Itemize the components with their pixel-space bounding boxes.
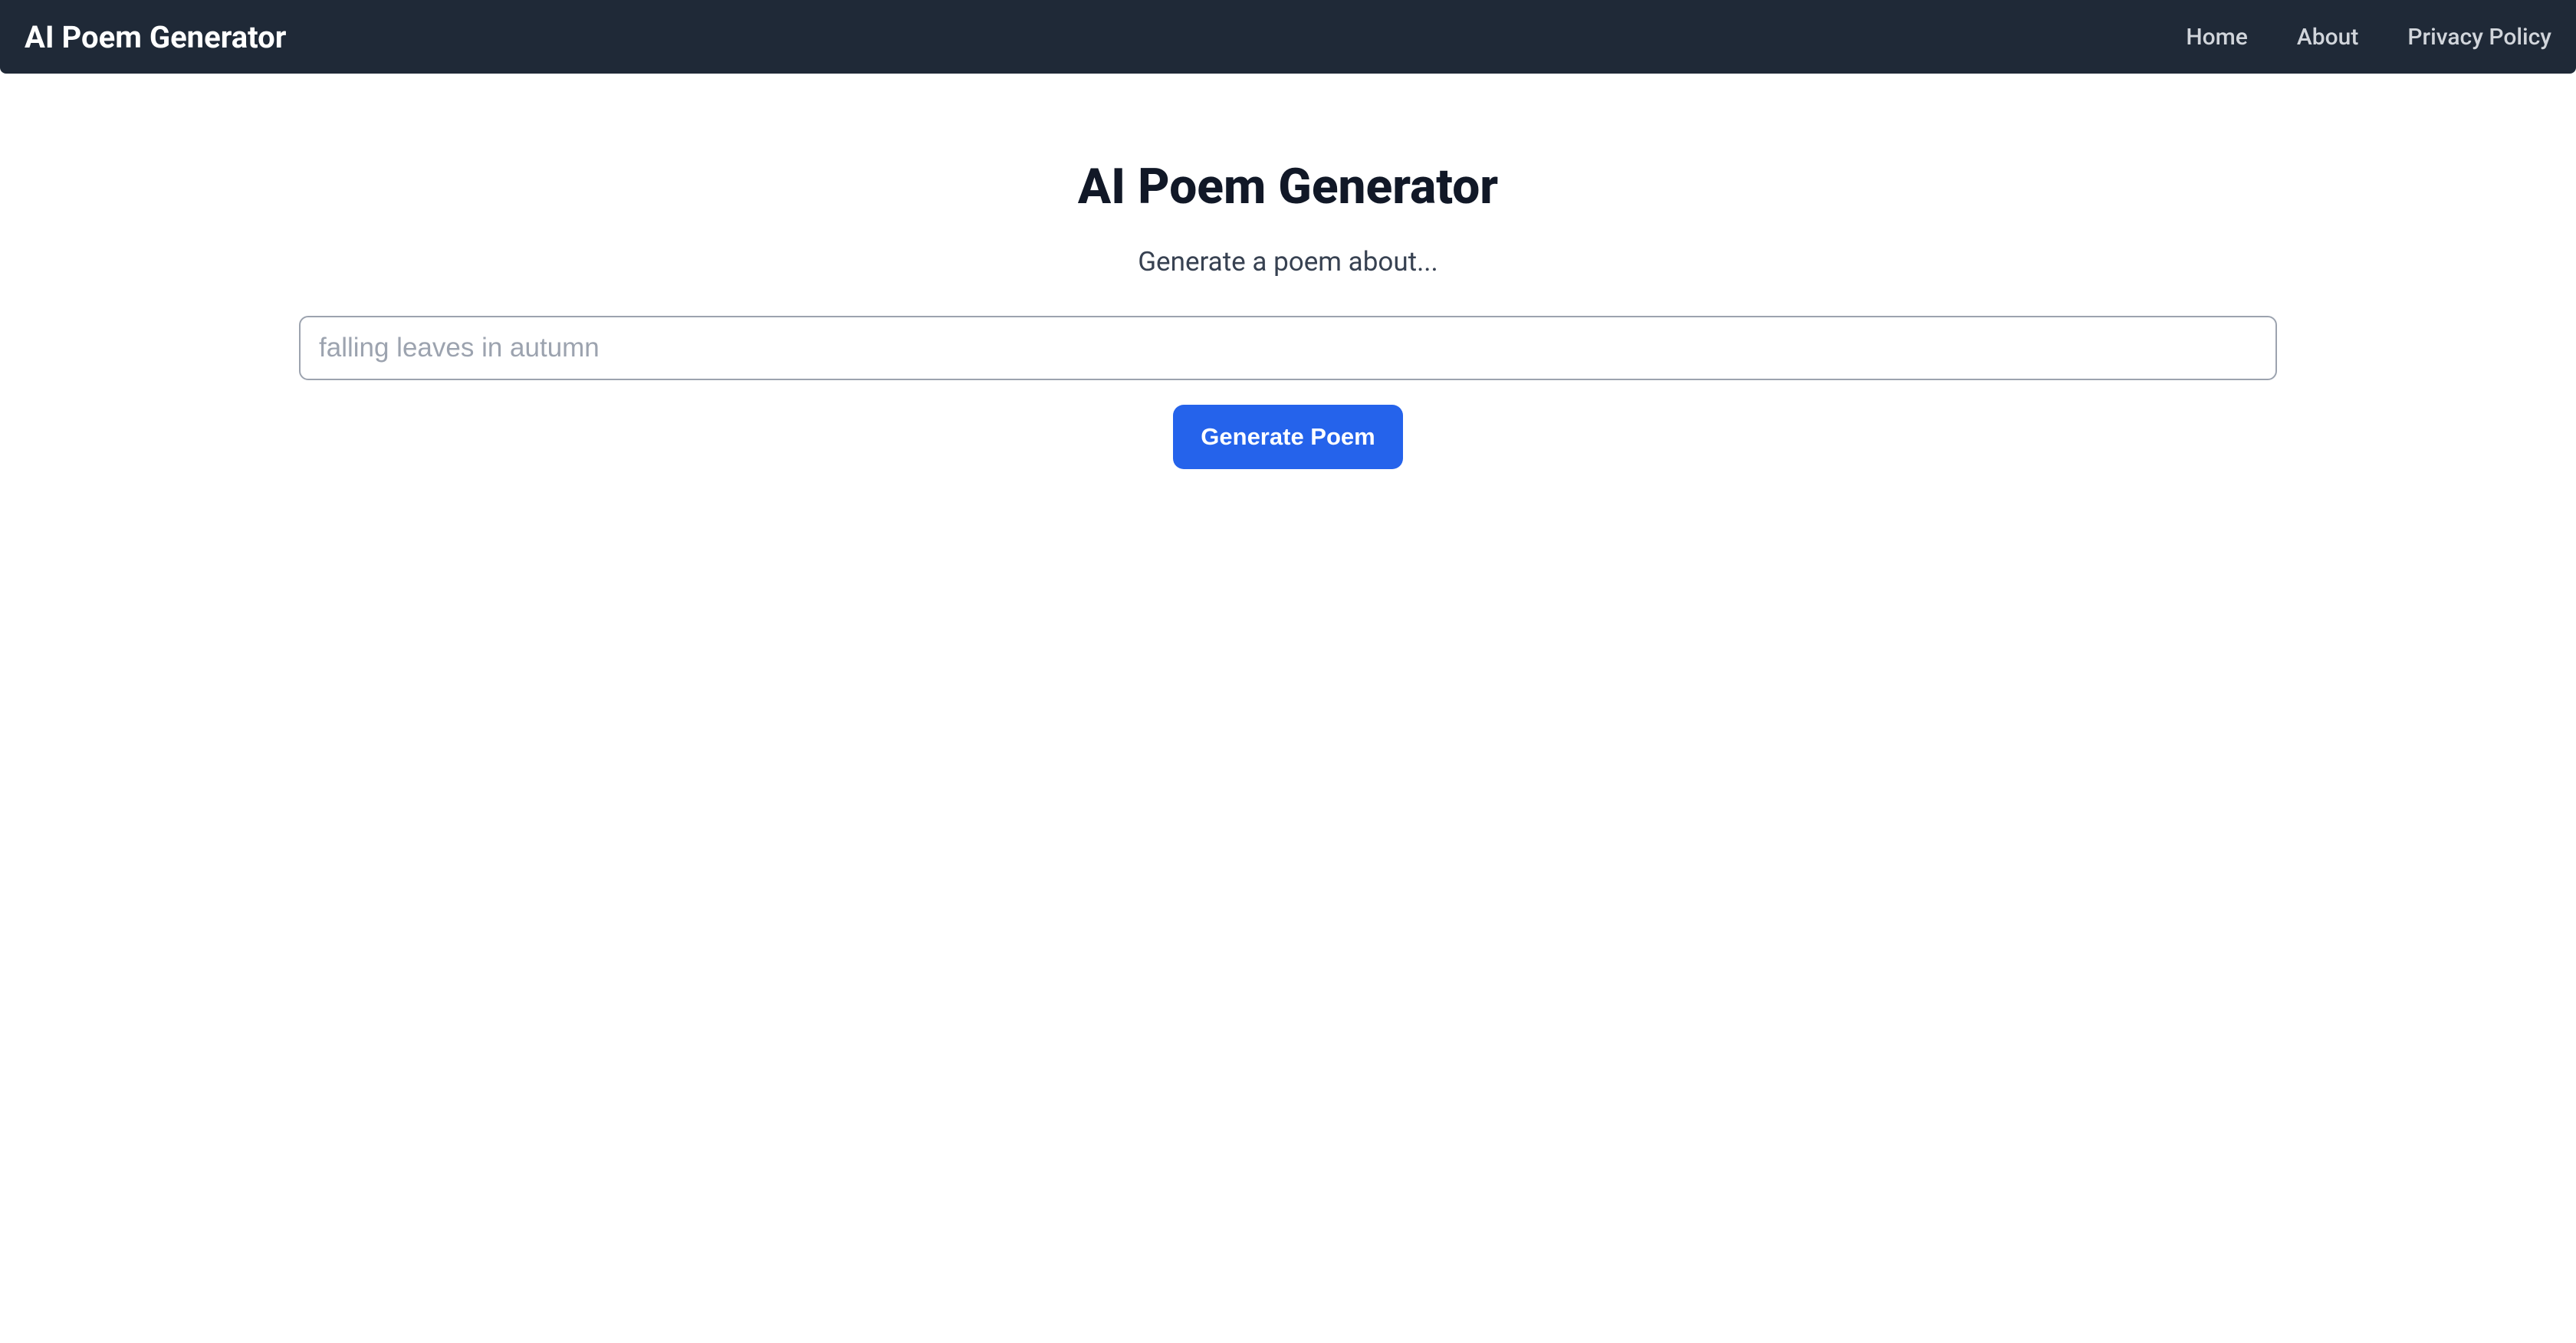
- nav-link-about[interactable]: About: [2297, 24, 2358, 51]
- page-title: AI Poem Generator: [299, 158, 2277, 215]
- nav-link-privacy-policy[interactable]: Privacy Policy: [2407, 24, 2551, 51]
- main-content: AI Poem Generator Generate a poem about.…: [268, 74, 2308, 469]
- subtitle: Generate a poem about...: [299, 246, 2277, 277]
- navbar-links: Home About Privacy Policy: [2186, 24, 2551, 51]
- navbar-brand[interactable]: AI Poem Generator: [25, 19, 286, 55]
- generate-poem-button[interactable]: Generate Poem: [1173, 405, 1402, 469]
- navbar: AI Poem Generator Home About Privacy Pol…: [0, 0, 2576, 74]
- nav-link-home[interactable]: Home: [2186, 24, 2248, 51]
- topic-input[interactable]: [299, 316, 2277, 380]
